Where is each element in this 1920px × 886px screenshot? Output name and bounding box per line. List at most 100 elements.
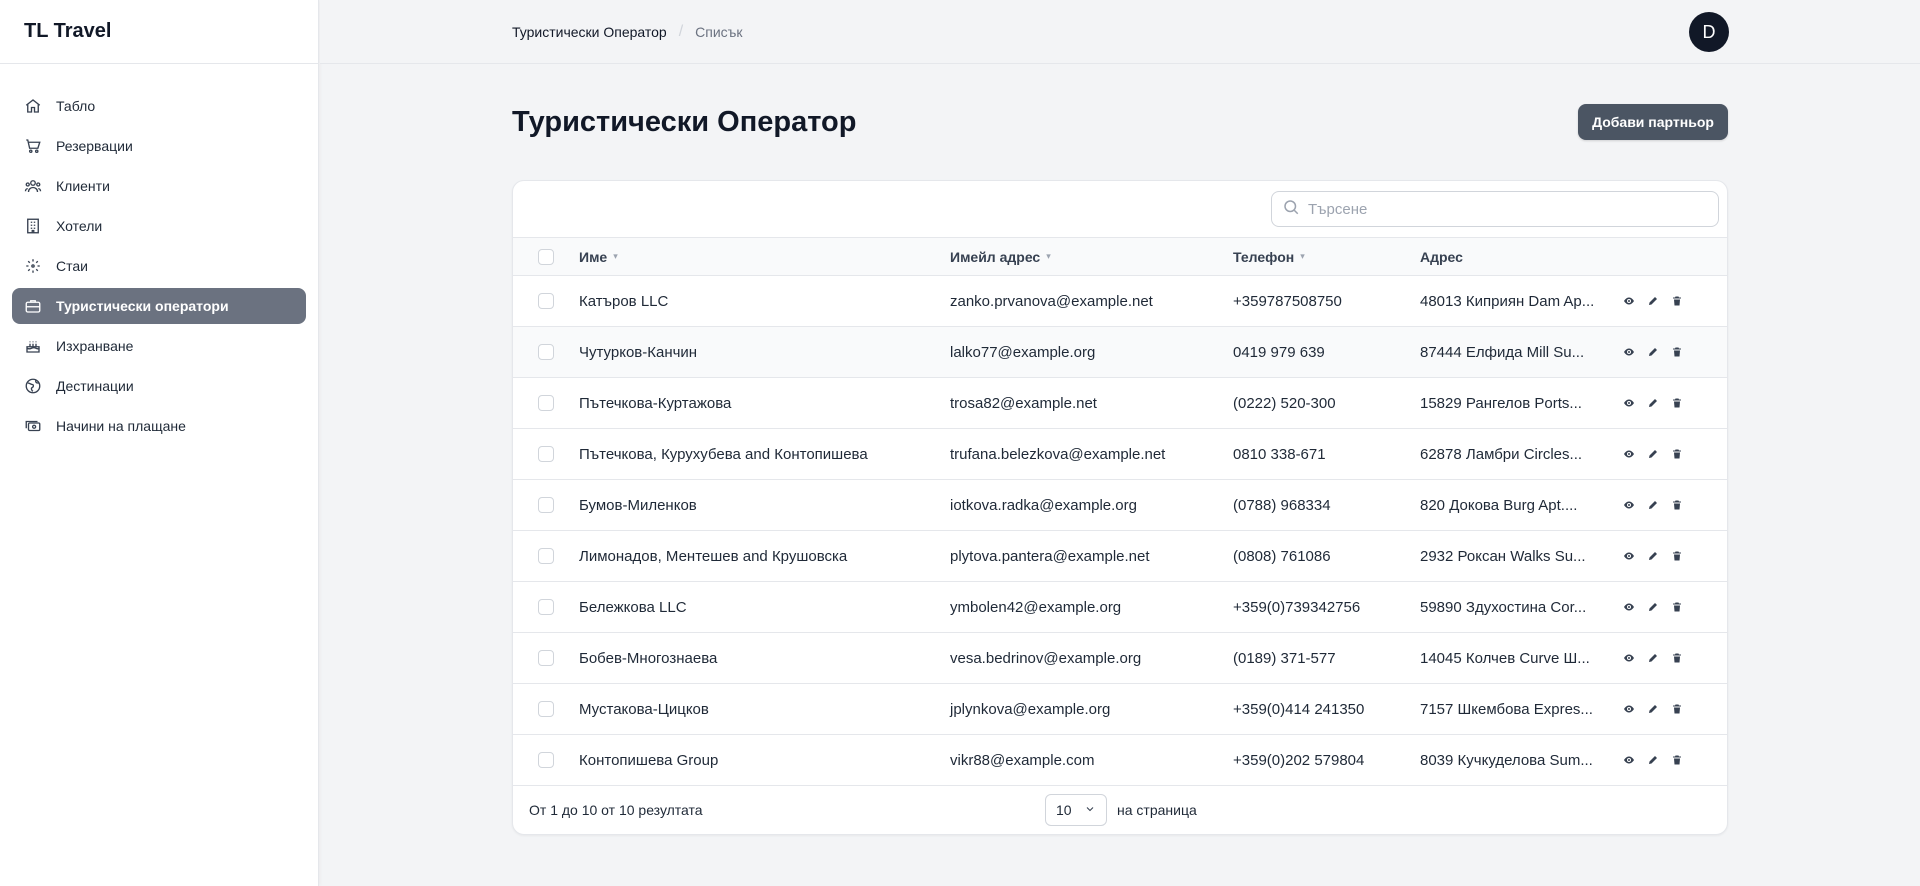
edit-pencil-icon[interactable] <box>1647 397 1659 409</box>
table-row[interactable]: Пътечкова, Курухубева and Контопишева tru… <box>513 429 1727 480</box>
column-header-name[interactable]: Име ▾ <box>579 249 950 265</box>
column-header-phone[interactable]: Телефон ▾ <box>1233 249 1420 265</box>
edit-pencil-icon[interactable] <box>1647 295 1659 307</box>
view-eye-icon[interactable] <box>1623 550 1635 562</box>
sidebar-item-rooms[interactable]: Стаи <box>12 248 306 284</box>
view-eye-icon[interactable] <box>1623 754 1635 766</box>
row-checkbox[interactable] <box>538 344 554 360</box>
cell-name: Пътечкова, Курухубева and Контопишева <box>579 445 868 463</box>
cell-phone: 0419 979 639 <box>1233 343 1325 361</box>
edit-pencil-icon[interactable] <box>1647 652 1659 664</box>
delete-trash-icon[interactable] <box>1671 550 1683 562</box>
select-all-checkbox[interactable] <box>538 248 554 265</box>
results-summary: От 1 до 10 от 10 резултата <box>529 802 703 818</box>
table-row[interactable]: Бележкова LLC ymbolen42@example.org +359(0… <box>513 582 1727 633</box>
delete-trash-icon[interactable] <box>1671 652 1683 664</box>
delete-trash-icon[interactable] <box>1671 295 1683 307</box>
edit-pencil-icon[interactable] <box>1647 448 1659 460</box>
delete-trash-icon[interactable] <box>1671 397 1683 409</box>
edit-pencil-icon[interactable] <box>1647 550 1659 562</box>
table-row[interactable]: Контопишева Group vikr88@example.com +359(… <box>513 735 1727 786</box>
delete-trash-icon[interactable] <box>1671 346 1683 358</box>
sidebar-item-clients[interactable]: Клиенти <box>12 168 306 204</box>
breadcrumb: Туристически Оператор / Списък <box>512 23 743 41</box>
view-eye-icon[interactable] <box>1623 397 1635 409</box>
row-checkbox[interactable] <box>538 650 554 666</box>
table-row[interactable]: Бобев-Многознаева vesa.bedrinov@example.o… <box>513 633 1727 684</box>
search-box[interactable] <box>1271 191 1719 227</box>
table-row[interactable]: Мустакова-Цицков jplynkova@example.org +35… <box>513 684 1727 735</box>
edit-pencil-icon[interactable] <box>1647 754 1659 766</box>
row-actions <box>1623 295 1683 307</box>
view-eye-icon[interactable] <box>1623 448 1635 460</box>
row-actions <box>1623 601 1683 613</box>
tour-operators-table: Име▾ Имейл адрес▾ Телефон▾ Адрес Катъров… <box>512 180 1728 835</box>
view-eye-icon[interactable] <box>1623 295 1635 307</box>
cell-phone: +359(0)202 579804 <box>1233 751 1365 769</box>
add-partner-button[interactable]: Добави партньор <box>1578 104 1728 140</box>
row-checkbox[interactable] <box>538 395 554 411</box>
cake-icon <box>24 337 42 355</box>
delete-trash-icon[interactable] <box>1671 703 1683 715</box>
row-checkbox[interactable] <box>538 701 554 717</box>
sidebar-item-label: Дестинации <box>56 378 134 394</box>
view-eye-icon[interactable] <box>1623 703 1635 715</box>
user-avatar[interactable]: D <box>1689 12 1729 52</box>
sidebar-item-label: Клиенти <box>56 178 110 194</box>
cell-phone: (0788) 968334 <box>1233 496 1331 514</box>
table-row[interactable]: Катъров LLC zanko.prvanova@example.net +35… <box>513 276 1727 327</box>
cell-name: Катъров LLC <box>579 292 669 310</box>
sidebar: TL Travel Табло Резервации Клиенти Хотел… <box>0 0 319 886</box>
sidebar-item-reservations[interactable]: Резервации <box>12 128 306 164</box>
row-checkbox[interactable] <box>538 446 554 462</box>
search-input[interactable] <box>1308 200 1688 218</box>
edit-pencil-icon[interactable] <box>1647 703 1659 715</box>
view-eye-icon[interactable] <box>1623 499 1635 511</box>
sidebar-item-catering[interactable]: Изхранване <box>12 328 306 364</box>
delete-trash-icon[interactable] <box>1671 601 1683 613</box>
sidebar-item-payment-methods[interactable]: Начини на плащане <box>12 408 306 444</box>
edit-pencil-icon[interactable] <box>1647 346 1659 358</box>
brand-logo[interactable]: TL Travel <box>0 0 318 64</box>
delete-trash-icon[interactable] <box>1671 448 1683 460</box>
sidebar-item-hotels[interactable]: Хотели <box>12 208 306 244</box>
cell-address: 48013 Киприян Dam Ap... <box>1420 292 1595 310</box>
sidebar-item-tour-operators[interactable]: Туристически оператори <box>12 288 306 324</box>
delete-trash-icon[interactable] <box>1671 499 1683 511</box>
row-checkbox[interactable] <box>538 497 554 513</box>
sidebar-item-label: Табло <box>56 98 96 114</box>
cell-email: trufana.belezkova@example.net <box>950 445 1166 463</box>
cell-address: 8039 Кучкуделова Sum... <box>1420 751 1593 769</box>
row-checkbox[interactable] <box>538 293 554 309</box>
table-row[interactable]: Чутурков-Канчин lalko77@example.org 0419 9… <box>513 327 1727 378</box>
cell-phone: +359(0)414 241350 <box>1233 700 1365 718</box>
view-eye-icon[interactable] <box>1623 601 1635 613</box>
table-row[interactable]: Лимонадов, Ментешев and Крушовска plytova… <box>513 531 1727 582</box>
cell-address: 7157 Шкембова Expres... <box>1420 700 1593 718</box>
column-header-email[interactable]: Имейл адрес ▾ <box>950 249 1233 265</box>
row-checkbox[interactable] <box>538 752 554 768</box>
table-body: Катъров LLC zanko.prvanova@example.net +35… <box>513 276 1727 786</box>
delete-trash-icon[interactable] <box>1671 754 1683 766</box>
table-row[interactable]: Бумов-Миленков iotkova.radka@example.org (… <box>513 480 1727 531</box>
per-page-select[interactable]: 10 <box>1045 794 1107 826</box>
view-eye-icon[interactable] <box>1623 652 1635 664</box>
cell-phone: 0810 338-671 <box>1233 445 1326 463</box>
row-checkbox[interactable] <box>538 548 554 564</box>
edit-pencil-icon[interactable] <box>1647 601 1659 613</box>
cell-email: jplynkova@example.org <box>950 700 1111 718</box>
table-row[interactable]: Пътечкова-Куртажова trosa82@example.net (0… <box>513 378 1727 429</box>
sidebar-item-dashboard[interactable]: Табло <box>12 88 306 124</box>
page-title: Туристически Оператор <box>512 106 857 138</box>
row-actions <box>1623 346 1683 358</box>
cell-name: Чутурков-Канчин <box>579 343 698 361</box>
per-page-value: 10 <box>1056 802 1072 818</box>
row-checkbox[interactable] <box>538 599 554 615</box>
sidebar-item-destinations[interactable]: Дестинации <box>12 368 306 404</box>
sidebar-item-label: Хотели <box>56 218 103 234</box>
cell-name: Лимонадов, Ментешев and Крушовска <box>579 547 848 565</box>
cell-address: 14045 Колчев Curve Ш... <box>1420 649 1590 667</box>
edit-pencil-icon[interactable] <box>1647 499 1659 511</box>
breadcrumb-link-tour-operator[interactable]: Туристически Оператор <box>512 24 667 40</box>
view-eye-icon[interactable] <box>1623 346 1635 358</box>
